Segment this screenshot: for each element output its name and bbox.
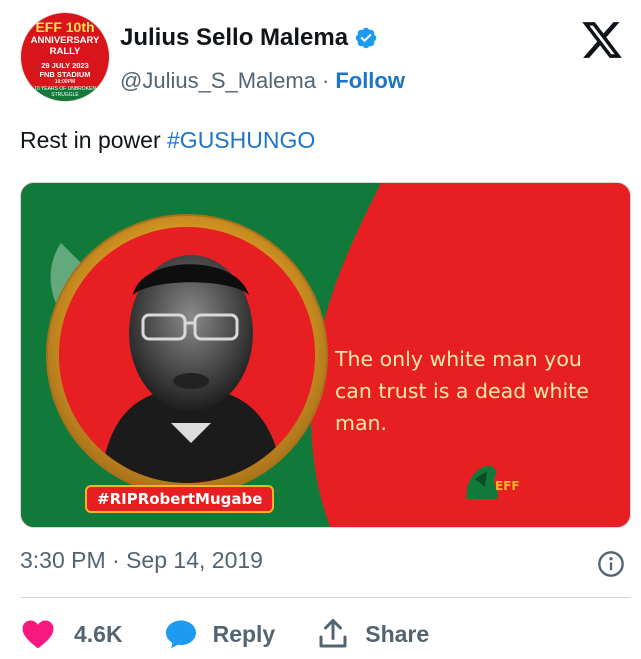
like-button[interactable]: 4.6K <box>20 616 123 652</box>
reply-bubble-icon <box>165 620 196 649</box>
share-label: Share <box>365 620 430 647</box>
follow-button[interactable]: Follow <box>335 68 405 94</box>
heart-icon <box>22 620 54 649</box>
tweet-media-image[interactable]: The only white man you can trust is a de… <box>20 182 631 528</box>
tweet-body: Rest in power <box>20 127 168 153</box>
avatar-line: RALLY <box>49 46 81 57</box>
x-logo-icon[interactable] <box>580 18 624 62</box>
reply-button[interactable]: Reply <box>163 616 276 652</box>
divider <box>20 597 631 598</box>
avatar-line: FNB STADIUM <box>39 70 91 79</box>
tweet-text: Rest in power #GUSHUNGO <box>20 127 315 154</box>
author-name-row: Julius Sello Malema <box>120 24 378 52</box>
avatar-line: 10:00PM <box>54 79 76 85</box>
like-count: 4.6K <box>74 620 123 647</box>
avatar-line: 29 JULY 2023 <box>41 61 89 70</box>
share-button[interactable]: Share <box>315 616 429 652</box>
separator-dot: · <box>321 68 330 93</box>
tweet-timestamp[interactable]: 3:30 PM · Sep 14, 2019 <box>20 547 263 574</box>
eff-logo-text: EFF <box>495 479 520 493</box>
avatar-line: EFF 10th <box>35 19 95 35</box>
reply-label: Reply <box>212 620 276 647</box>
media-hashtag-label: #RIPRobertMugabe <box>85 485 275 513</box>
avatar-line: ANNIVERSARY <box>30 35 100 46</box>
tweet-header: EFF 10th ANNIVERSARY RALLY 29 JULY 2023 … <box>16 10 626 102</box>
hashtag-link[interactable]: #GUSHUNGO <box>167 127 315 153</box>
avatar-strip-text: 10 YEARS OF UNBROKEN STRUGGLE <box>34 86 96 98</box>
verified-badge-icon <box>355 27 377 49</box>
tweet-actions: 4.6K Reply Share <box>20 614 469 654</box>
author-handle[interactable]: @Julius_S_Malema <box>120 68 316 94</box>
avatar[interactable]: EFF 10th ANNIVERSARY RALLY 29 JULY 2023 … <box>20 12 110 102</box>
author-display-name[interactable]: Julius Sello Malema <box>120 24 348 52</box>
author-handle-row: @Julius_S_Malema · Follow <box>120 68 405 94</box>
share-icon <box>319 619 347 648</box>
info-icon[interactable] <box>597 550 625 578</box>
media-quote: The only white man you can trust is a de… <box>335 347 589 435</box>
